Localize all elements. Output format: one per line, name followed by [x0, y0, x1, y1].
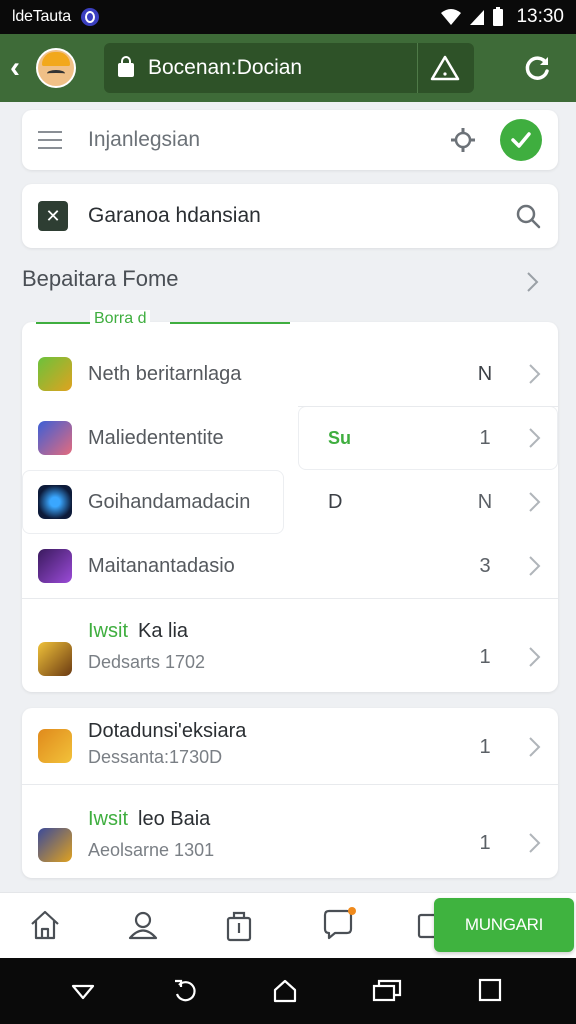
signal-icon — [470, 10, 485, 25]
chevron-right-icon — [529, 833, 541, 853]
address-text: Bocenan:Docian — [148, 56, 303, 79]
checkmark-icon — [511, 132, 531, 148]
tab-indicator — [36, 322, 290, 324]
refresh-icon[interactable] — [522, 53, 552, 83]
list-item-value: N — [477, 491, 493, 513]
system-navigation-bar — [0, 958, 576, 1024]
list-item-badge: Iwsit — [88, 620, 128, 642]
list-item-subtitle: Aeolsarne 1301 — [88, 840, 215, 860]
list-card: Dotadunsi'eksiara Dessanta:1730D 1 Iwsit… — [22, 708, 558, 878]
app-icon — [38, 357, 72, 391]
back-triangle-icon[interactable] — [70, 978, 96, 1004]
list-item-tag: Su — [328, 428, 352, 448]
app-icon — [38, 729, 72, 763]
primary-action-button[interactable]: MUNGARI — [434, 898, 574, 952]
bag-icon[interactable] — [222, 909, 256, 943]
chevron-right-icon[interactable] — [524, 270, 540, 294]
chat-icon[interactable] — [320, 905, 358, 941]
app-icon — [38, 642, 72, 676]
confirm-button[interactable] — [500, 119, 542, 161]
avatar[interactable] — [36, 48, 76, 88]
top-search-text: Injanlegsian — [88, 128, 201, 151]
notification-icon — [80, 8, 99, 26]
list-item-title-text: leo Baia — [138, 808, 211, 830]
query-bar[interactable]: ✕ Garanoa hdansian — [22, 184, 558, 248]
app-icon — [38, 828, 72, 862]
list-item-value: 1 — [479, 427, 491, 449]
chevron-right-icon — [529, 737, 541, 757]
chevron-right-icon — [529, 364, 541, 384]
list-item-subtitle: Dessanta:1730D — [88, 747, 223, 767]
app-icon — [38, 485, 72, 519]
gear-icon[interactable] — [450, 127, 476, 153]
tab-icon[interactable] — [416, 909, 436, 941]
square-icon[interactable] — [478, 978, 502, 1002]
lock-icon — [118, 56, 134, 77]
list-item[interactable]: Iwsit leo Baia Aeolsarne 1301 1 — [22, 784, 558, 878]
list-item-name: Goihandamadacin — [88, 491, 251, 513]
list-item-title: Dotadunsi'eksiara — [88, 720, 247, 742]
list-item-title: Iwsit leo Baia — [88, 808, 210, 831]
list-item[interactable]: Maitanantadasio 3 — [22, 534, 558, 598]
list-item[interactable]: Maliedententite Su 1 — [22, 406, 558, 470]
carrier-label: ldeTauta — [12, 8, 71, 25]
list-item[interactable]: Iwsit Ka lia Dedsarts 1702 1 — [22, 598, 558, 692]
list-item-value: 3 — [479, 555, 491, 577]
list-item-title-text: Ka lia — [138, 620, 189, 642]
address-divider — [417, 43, 418, 93]
tab-label[interactable]: Borra d — [90, 310, 151, 328]
app-icon — [38, 421, 72, 455]
back-arrow-icon[interactable]: ‹ — [10, 53, 30, 83]
clock: 13:30 — [516, 6, 564, 27]
chevron-right-icon — [529, 492, 541, 512]
status-bar: ldeTauta 13:30 — [0, 0, 576, 34]
app-bar: ‹ Bocenan:Docian — [0, 34, 576, 102]
app-icon — [38, 549, 72, 583]
list-item-value: 1 — [479, 736, 491, 758]
recent-apps-icon[interactable] — [372, 978, 402, 1004]
battery-icon — [493, 7, 504, 26]
wifi-icon — [441, 9, 462, 25]
list-item[interactable]: Neth beritarnlaga N — [22, 342, 558, 406]
profile-icon[interactable] — [126, 909, 160, 941]
home-button-icon[interactable] — [272, 978, 298, 1004]
close-icon[interactable]: ✕ — [38, 201, 68, 231]
list-item-badge: Iwsit — [88, 808, 128, 830]
list-item-tag: D — [328, 491, 343, 513]
rotate-icon[interactable] — [172, 978, 198, 1004]
list-card: Borra d Neth beritarnlaga N Maliedentent… — [22, 310, 558, 692]
query-text: Garanoa hdansian — [88, 204, 261, 227]
chevron-right-icon — [529, 647, 541, 667]
list-item-name: Maliedententite — [88, 427, 224, 449]
list-item-title: Iwsit Ka lia — [88, 620, 188, 643]
list-item-value: N — [477, 363, 493, 385]
list-item-value: 1 — [479, 646, 491, 668]
top-search-bar[interactable]: Injanlegsian — [22, 110, 558, 170]
chevron-right-icon — [529, 556, 541, 576]
list-item-subtitle: Dedsarts 1702 — [88, 652, 206, 672]
list-item-value: 1 — [479, 832, 491, 854]
home-icon[interactable] — [28, 909, 62, 941]
menu-icon[interactable] — [38, 131, 62, 149]
section-title: Bepaitara Fome — [22, 266, 179, 291]
list-item[interactable]: Dotadunsi'eksiara Dessanta:1730D 1 — [22, 708, 558, 784]
list-item[interactable]: Goihandamadacin D N — [22, 470, 558, 534]
list-item-name: Maitanantadasio — [88, 555, 235, 577]
address-bar[interactable]: Bocenan:Docian — [104, 43, 474, 93]
search-icon[interactable] — [514, 202, 542, 230]
list-item-name: Neth beritarnlaga — [88, 363, 242, 385]
chevron-right-icon — [529, 428, 541, 448]
warning-icon[interactable] — [430, 54, 460, 82]
